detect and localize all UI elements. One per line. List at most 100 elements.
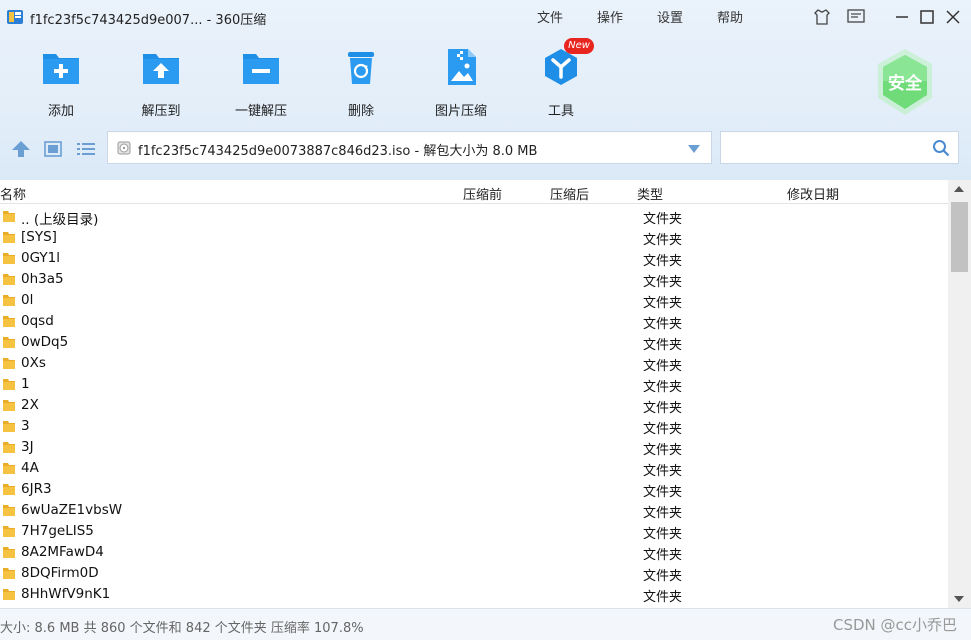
file-row[interactable]: 7H7geLIS5 文件夹: [0, 521, 948, 542]
file-type: 文件夹: [643, 317, 683, 332]
search-input[interactable]: [727, 138, 927, 159]
folder-icon: [3, 400, 15, 411]
archive-path: f1fc23f5c743425d9e0073887c846d23.iso - 解…: [138, 144, 538, 159]
file-type: 文件夹: [643, 569, 683, 584]
chevron-down-icon[interactable]: [687, 144, 701, 154]
file-type: 文件夹: [643, 464, 683, 479]
file-list: .. (上级目录) 文件夹 [SYS] 文件夹 0GY1l 文件夹 0h3a5 文件夹 0l 文件…: [0, 206, 948, 608]
file-row[interactable]: 4A 文件夹: [0, 458, 948, 479]
watermark: CSDN @cc小乔巴: [832, 616, 957, 634]
one-click-extract-button[interactable]: 一键解压: [216, 46, 306, 119]
delete-button[interactable]: 删除: [316, 46, 406, 119]
folder-icon: [3, 253, 15, 264]
file-name: 0l: [21, 292, 34, 308]
menu-operation[interactable]: 操作: [597, 7, 623, 26]
file-row[interactable]: 3J 文件夹: [0, 437, 948, 458]
scroll-down-icon[interactable]: [953, 594, 965, 604]
add-label: 添加: [47, 104, 74, 119]
file-name: 8A2MFawD4: [21, 544, 104, 560]
file-row[interactable]: 0h3a5 文件夹: [0, 269, 948, 290]
menu-settings[interactable]: 设置: [657, 7, 683, 26]
file-row[interactable]: 2X 文件夹: [0, 395, 948, 416]
column-compressed-size[interactable]: 压缩后: [550, 184, 589, 203]
file-row[interactable]: 0Xs 文件夹: [0, 353, 948, 374]
scroll-up-icon[interactable]: [953, 184, 965, 194]
file-name: 3J: [21, 439, 34, 455]
one-click-extract-label: 一键解压: [234, 104, 287, 119]
add-button[interactable]: 添加: [16, 46, 106, 119]
file-name: [SYS]: [21, 229, 57, 245]
folder-icon: [3, 379, 15, 390]
file-type: 文件夹: [643, 338, 683, 353]
file-row[interactable]: 6wUaZE1vbsW 文件夹: [0, 500, 948, 521]
add-archive-icon: [43, 54, 79, 84]
security-badge[interactable]: 安全: [872, 46, 938, 118]
close-icon[interactable]: [943, 7, 963, 27]
minimize-icon[interactable]: [892, 7, 912, 27]
security-badge-label: 安全: [888, 74, 922, 94]
file-name: 8DQFirm0D: [21, 565, 99, 581]
file-type: 文件夹: [643, 359, 683, 374]
app-window: f1fc23f5c743425d9e007... - 360压缩 文件 操作 设…: [0, 0, 971, 640]
extract-to-label: 解压到: [141, 104, 181, 119]
folder-icon: [3, 505, 15, 516]
column-modified-date[interactable]: 修改日期: [787, 184, 839, 203]
list-view-icon[interactable]: [75, 139, 97, 159]
scroll-thumb[interactable]: [951, 202, 968, 272]
file-row[interactable]: 8DQFirm0D 文件夹: [0, 563, 948, 584]
search-icon[interactable]: [932, 139, 950, 157]
path-bar[interactable]: f1fc23f5c743425d9e0073887c846d23.iso - 解…: [107, 131, 712, 164]
image-compress-button[interactable]: 图片压缩: [416, 46, 506, 119]
folder-icon: [3, 589, 15, 600]
file-name: 6wUaZE1vbsW: [21, 502, 123, 518]
skin-icon[interactable]: [812, 7, 832, 27]
file-name: 2X: [21, 397, 39, 413]
up-level-icon[interactable]: [10, 139, 32, 159]
menu-help[interactable]: 帮助: [717, 7, 743, 26]
file-row[interactable]: 8HhWfV9nK1 文件夹: [0, 584, 948, 605]
image-compress-icon: [448, 49, 476, 85]
file-type: 文件夹: [643, 506, 683, 521]
tools-button[interactable]: 工具: [516, 46, 606, 119]
maximize-icon[interactable]: [917, 7, 937, 27]
thumbnail-view-icon[interactable]: [42, 139, 64, 159]
feedback-icon[interactable]: [846, 7, 866, 27]
search-field[interactable]: [720, 131, 959, 164]
file-row[interactable]: 0qsd 文件夹: [0, 311, 948, 332]
menu-file[interactable]: 文件: [537, 7, 563, 26]
file-row[interactable]: 0GY1l 文件夹: [0, 248, 948, 269]
column-type[interactable]: 类型: [637, 184, 663, 203]
file-name: 1: [21, 376, 30, 392]
column-name[interactable]: 名称: [0, 184, 26, 203]
file-name: 0Xs: [21, 355, 46, 371]
status-bar: 大小: 8.6 MB 共 860 个文件和 842 个文件夹 压缩率 107.8…: [0, 608, 971, 640]
file-row[interactable]: 3 文件夹: [0, 416, 948, 437]
extract-to-button[interactable]: 解压到: [116, 46, 206, 119]
folder-icon: [3, 211, 15, 222]
file-name: 7H7geLIS5: [21, 523, 94, 539]
file-name: 0GY1l: [21, 250, 60, 266]
file-row[interactable]: 6JR3 文件夹: [0, 479, 948, 500]
file-row[interactable]: 0wDq5 文件夹: [0, 332, 948, 353]
file-name: 8HhWfV9nK1: [21, 586, 111, 602]
title-bar[interactable]: f1fc23f5c743425d9e007... - 360压缩 文件 操作 设…: [0, 0, 971, 34]
file-type: 文件夹: [643, 590, 683, 605]
one-click-extract-icon: [243, 54, 279, 84]
file-type: 文件夹: [643, 422, 683, 437]
file-row[interactable]: 0l 文件夹: [0, 290, 948, 311]
file-row[interactable]: .. (上级目录) 文件夹: [0, 206, 948, 228]
file-type: 文件夹: [643, 443, 683, 458]
file-row[interactable]: 8A2MFawD4 文件夹: [0, 542, 948, 563]
file-row[interactable]: [SYS] 文件夹: [0, 227, 948, 248]
file-type: 文件夹: [643, 212, 683, 227]
file-type: 文件夹: [643, 233, 683, 248]
column-original-size[interactable]: 压缩前: [463, 184, 502, 203]
folder-icon: [3, 421, 15, 432]
extract-to-icon: [143, 54, 179, 84]
file-type: 文件夹: [643, 401, 683, 416]
file-row[interactable]: 1 文件夹: [0, 374, 948, 395]
vertical-scrollbar[interactable]: [948, 180, 971, 608]
folder-icon: [3, 568, 15, 579]
file-type: 文件夹: [643, 527, 683, 542]
file-type: 文件夹: [643, 254, 683, 269]
